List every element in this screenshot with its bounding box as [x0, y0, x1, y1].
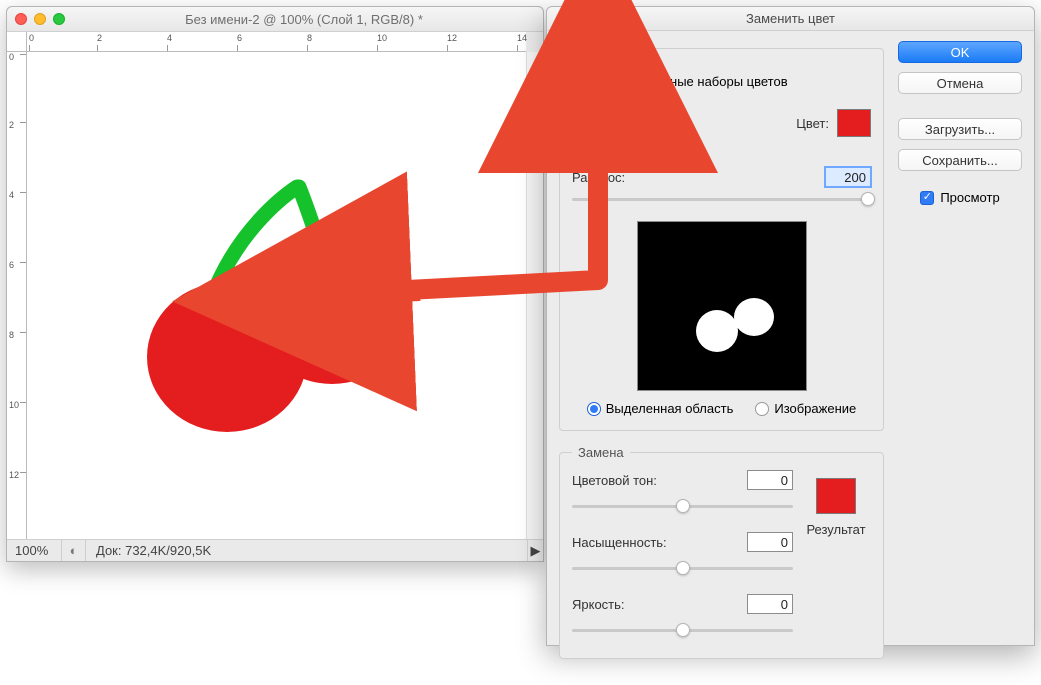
status-expose-icon[interactable]: ◐ — [62, 540, 86, 561]
replacement-group: Замена Цветовой тон: Насыщенность: Яркос… — [559, 445, 884, 659]
saturation-slider[interactable] — [572, 558, 793, 578]
sample-color-swatch[interactable] — [837, 109, 871, 137]
document-window: Без имени-2 @ 100% (Слой 1, RGB/8) * 0 2… — [6, 6, 544, 562]
lightness-input[interactable] — [747, 594, 793, 614]
radio-image[interactable]: Изображение — [755, 401, 856, 416]
minimize-window-button[interactable] — [34, 13, 46, 25]
eyedropper-minus-icon — [637, 121, 655, 139]
status-menu-arrow[interactable]: ▶ — [527, 540, 543, 561]
hue-input[interactable] — [747, 470, 793, 490]
titlebar: Без имени-2 @ 100% (Слой 1, RGB/8) * — [7, 7, 543, 32]
hue-label: Цветовой тон: — [572, 473, 682, 488]
color-label: Цвет: — [796, 116, 829, 131]
load-button[interactable]: Загрузить... — [898, 118, 1022, 140]
localized-sets-label: Локализованные наборы цветов — [592, 74, 788, 89]
fuzziness-slider[interactable] — [572, 189, 871, 209]
eyedropper-plus-icon — [607, 121, 625, 139]
close-window-button[interactable] — [15, 13, 27, 25]
preview-label: Просмотр — [940, 190, 999, 205]
zoom-window-button[interactable] — [53, 13, 65, 25]
lightness-label: Яркость: — [572, 597, 682, 612]
vertical-scrollbar[interactable] — [526, 52, 543, 539]
ruler-horizontal[interactable]: 0 2 4 6 8 10 12 14 — [27, 32, 526, 52]
replacement-legend: Замена — [572, 445, 630, 460]
dialog-title: Заменить цвет — [547, 7, 1034, 31]
window-controls — [15, 13, 65, 25]
hue-slider[interactable] — [572, 496, 793, 516]
fuzziness-input[interactable] — [825, 167, 871, 187]
status-bar: 100% ◐ Док: 732,4K/920,5K ▶ — [7, 539, 543, 561]
eyedropper-icon — [577, 121, 595, 139]
cherry-artwork — [27, 52, 526, 539]
document-title: Без имени-2 @ 100% (Слой 1, RGB/8) * — [73, 12, 535, 27]
eyedropper-tool[interactable] — [572, 117, 600, 143]
localized-sets-checkbox[interactable] — [572, 75, 586, 89]
saturation-label: Насыщенность: — [572, 535, 682, 550]
cancel-button[interactable]: Отмена — [898, 72, 1022, 94]
lightness-slider[interactable] — [572, 620, 793, 640]
ruler-origin[interactable] — [7, 32, 27, 52]
result-label: Результат — [801, 522, 871, 537]
canvas[interactable] — [27, 52, 526, 539]
saturation-input[interactable] — [747, 532, 793, 552]
preview-checkbox[interactable] — [920, 191, 934, 205]
eyedropper-subtract-tool[interactable] — [632, 117, 660, 143]
save-button[interactable]: Сохранить... — [898, 149, 1022, 171]
result-color-swatch[interactable] — [816, 478, 856, 514]
selection-legend: Выделение — [572, 41, 653, 56]
eyedropper-add-tool[interactable] — [602, 117, 630, 143]
selection-group: Выделение Локализованные наборы цветов — [559, 41, 884, 431]
ruler-vertical[interactable]: 0 2 4 6 8 10 12 — [7, 52, 27, 539]
selection-preview[interactable] — [637, 221, 807, 391]
replace-color-dialog: Заменить цвет Выделение Локализованные н… — [546, 6, 1035, 646]
fuzziness-label: Разброс: — [572, 170, 625, 185]
radio-selection[interactable]: Выделенная область — [587, 401, 734, 416]
zoom-level[interactable]: 100% — [7, 540, 62, 561]
ok-button[interactable]: OK — [898, 41, 1022, 63]
doc-size-label: Док: 732,4K/920,5K — [86, 543, 221, 558]
